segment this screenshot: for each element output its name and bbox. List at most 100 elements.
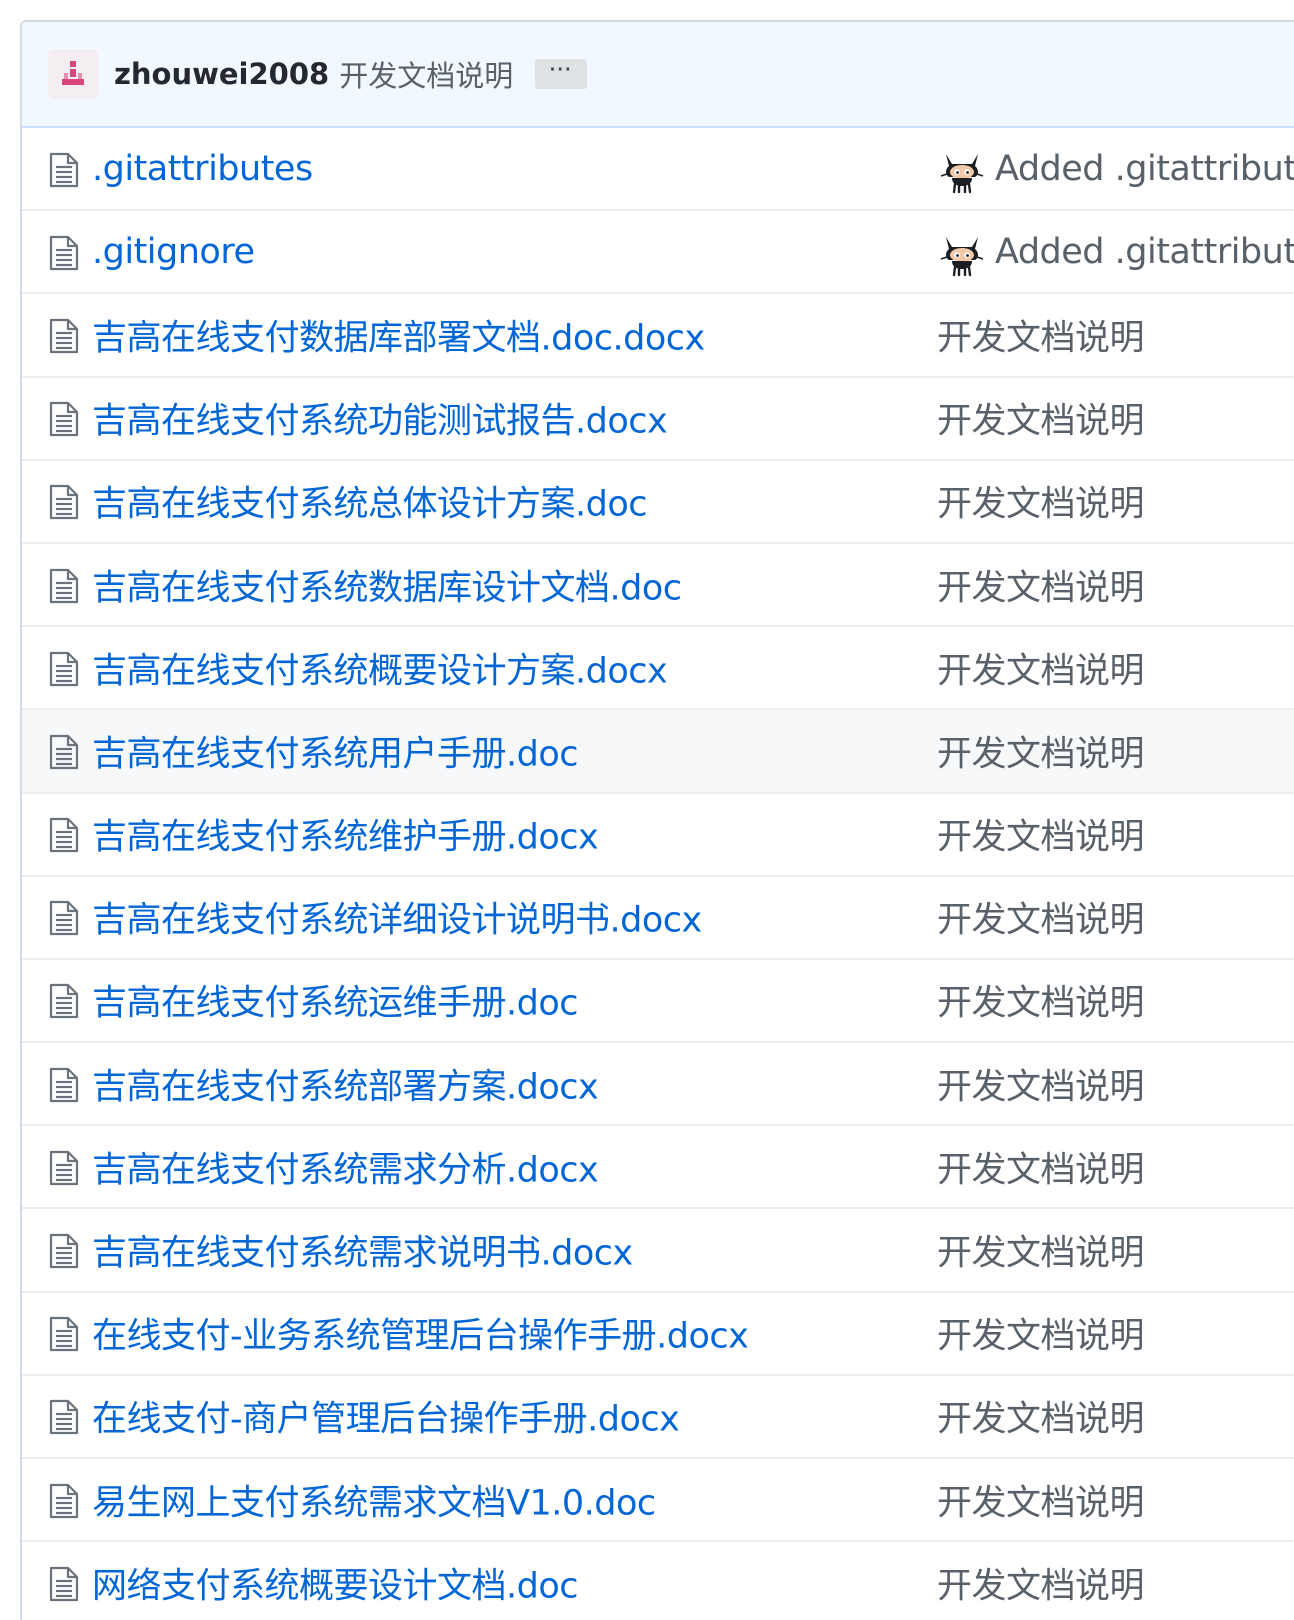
commit-message-link[interactable]: 开发文档说明 xyxy=(937,642,1145,693)
file-row[interactable]: 吉高在线支付系统运维手册.doc 开发文档说明 xyxy=(22,960,1294,1044)
commit-author-link[interactable]: zhouwei2008 xyxy=(114,57,329,91)
file-name-link[interactable]: 吉高在线支付系统需求分析.docx xyxy=(92,1141,599,1192)
file-name-link[interactable]: .gitignore xyxy=(92,232,255,272)
file-icon xyxy=(49,402,79,437)
octocat-icon xyxy=(940,153,984,193)
commit-message-link[interactable]: 开发文档说明 xyxy=(339,53,513,95)
file-commit: 开发文档说明 xyxy=(937,642,1145,693)
file-icon xyxy=(49,1566,79,1601)
commit-message-link[interactable]: 开发文档说明 xyxy=(937,1474,1145,1525)
file-commit: 开发文档说明 xyxy=(937,309,1145,360)
file-name-link[interactable]: 在线支付-商户管理后台操作手册.docx xyxy=(92,1391,680,1442)
file-icon xyxy=(49,984,79,1019)
commit-message-link[interactable]: 开发文档说明 xyxy=(937,975,1145,1026)
file-row[interactable]: 吉高在线支付数据库部署文档.doc.docx 开发文档说明 xyxy=(22,294,1294,378)
file-commit: 开发文档说明 xyxy=(937,559,1145,610)
commit-message-link[interactable]: 开发文档说明 xyxy=(937,309,1145,360)
commit-message-link[interactable]: 开发文档说明 xyxy=(937,892,1145,943)
file-name-link[interactable]: 吉高在线支付系统部署方案.docx xyxy=(92,1058,599,1109)
file-row[interactable]: 易生网上支付系统需求文档V1.0.doc 开发文档说明 xyxy=(22,1459,1294,1543)
file-commit: 开发文档说明 xyxy=(937,809,1145,860)
file-commit: 开发文档说明 xyxy=(937,1058,1145,1109)
file-icon xyxy=(49,734,79,770)
file-name-link[interactable]: 吉高在线支付系统需求说明书.docx xyxy=(92,1225,633,1276)
file-row[interactable]: 吉高在线支付系统概要设计方案.docx 开发文档说明 xyxy=(22,627,1294,711)
commit-message-link[interactable]: 开发文档说明 xyxy=(937,476,1145,527)
file-commit: 开发文档说明 xyxy=(937,975,1145,1026)
file-row[interactable]: 在线支付-业务系统管理后台操作手册.docx 开发文档说明 xyxy=(22,1293,1294,1376)
file-commit: 开发文档说明 xyxy=(937,892,1145,943)
file-icon xyxy=(49,568,79,603)
file-row[interactable]: 吉高在线支付系统部署方案.docx 开发文档说明 xyxy=(22,1043,1294,1127)
commit-message-link[interactable]: 开发文档说明 xyxy=(937,393,1145,444)
file-name-link[interactable]: 吉高在线支付系统概要设计方案.docx xyxy=(92,642,668,693)
file-icon xyxy=(49,1150,79,1185)
file-icon xyxy=(49,1317,79,1352)
file-row[interactable]: 吉高在线支付系统用户手册.doc 开发文档说明 xyxy=(22,710,1294,794)
file-row[interactable]: .gitattributes Added .gitattributu xyxy=(22,128,1294,212)
file-commit: 开发文档说明 xyxy=(937,1308,1145,1359)
commit-message-link[interactable]: Added .gitattributu xyxy=(995,232,1294,272)
octocat-icon xyxy=(940,236,984,276)
file-name-link[interactable]: 吉高在线支付系统总体设计方案.doc xyxy=(92,476,648,527)
commit-message-link[interactable]: 开发文档说明 xyxy=(937,809,1145,860)
file-row[interactable]: 吉高在线支付系统需求说明书.docx 开发文档说明 xyxy=(22,1209,1294,1293)
file-icon xyxy=(49,1233,79,1269)
author-avatar[interactable] xyxy=(48,49,98,99)
commit-message-link[interactable]: 开发文档说明 xyxy=(937,1058,1145,1109)
file-commit: 开发文档说明 xyxy=(937,393,1145,444)
identicon-icon xyxy=(62,61,84,85)
commit-message-link[interactable]: 开发文档说明 xyxy=(937,1308,1145,1359)
commit-message-link[interactable]: 开发文档说明 xyxy=(937,559,1145,610)
expand-commit-button[interactable]: ··· xyxy=(535,59,588,89)
file-icon xyxy=(49,485,79,520)
file-icon xyxy=(49,901,79,936)
file-icon xyxy=(49,1067,79,1102)
file-commit: Added .gitattributu xyxy=(937,144,1294,194)
commit-message-link[interactable]: 开发文档说明 xyxy=(937,1141,1145,1192)
file-name-link[interactable]: 吉高在线支付系统维护手册.docx xyxy=(92,809,599,860)
commit-message-link[interactable]: 开发文档说明 xyxy=(937,725,1145,776)
file-row[interactable]: 网络支付系统概要设计文档.doc 开发文档说明 xyxy=(22,1542,1294,1620)
file-name-link[interactable]: 网络支付系统概要设计文档.doc xyxy=(92,1557,579,1608)
file-name-link[interactable]: 吉高在线支付系统详细设计说明书.docx xyxy=(92,892,702,943)
file-commit: 开发文档说明 xyxy=(937,1141,1145,1192)
file-commit: 开发文档说明 xyxy=(937,1557,1145,1608)
commit-message-link[interactable]: 开发文档说明 xyxy=(937,1557,1145,1608)
file-row[interactable]: .gitignore Added .gitattributu xyxy=(22,211,1294,295)
file-list: .gitattributes Added .gitattributu .giti… xyxy=(22,128,1294,1620)
file-name-link[interactable]: .gitattributes xyxy=(92,149,313,189)
file-row[interactable]: 在线支付-商户管理后台操作手册.docx 开发文档说明 xyxy=(22,1376,1294,1459)
file-icon xyxy=(49,235,79,270)
file-commit: 开发文档说明 xyxy=(937,725,1145,776)
file-row[interactable]: 吉高在线支付系统详细设计说明书.docx 开发文档说明 xyxy=(22,877,1294,960)
commit-message-link[interactable]: 开发文档说明 xyxy=(937,1391,1145,1442)
file-icon xyxy=(49,817,79,853)
file-row[interactable]: 吉高在线支付系统维护手册.docx 开发文档说明 xyxy=(22,794,1294,877)
file-row[interactable]: 吉高在线支付系统总体设计方案.doc 开发文档说明 xyxy=(22,461,1294,544)
file-icon xyxy=(49,152,79,187)
file-commit: 开发文档说明 xyxy=(937,476,1145,527)
file-name-link[interactable]: 吉高在线支付系统用户手册.doc xyxy=(92,725,579,776)
commit-message-link[interactable]: Added .gitattributu xyxy=(995,149,1294,189)
file-commit: 开发文档说明 xyxy=(937,1474,1145,1525)
file-row[interactable]: 吉高在线支付系统需求分析.docx 开发文档说明 xyxy=(22,1126,1294,1210)
file-commit: Added .gitattributu xyxy=(937,227,1294,277)
file-row[interactable]: 吉高在线支付系统数据库设计文档.doc 开发文档说明 xyxy=(22,544,1294,628)
file-icon xyxy=(49,651,79,686)
file-name-link[interactable]: 在线支付-业务系统管理后台操作手册.docx xyxy=(92,1308,749,1359)
file-name-link[interactable]: 吉高在线支付系统运维手册.doc xyxy=(92,975,579,1026)
file-name-link[interactable]: 吉高在线支付系统数据库设计文档.doc xyxy=(92,559,682,610)
latest-commit-bar: zhouwei2008 开发文档说明 ··· xyxy=(22,22,1294,128)
file-name-link[interactable]: 吉高在线支付数据库部署文档.doc.docx xyxy=(92,309,705,360)
commit-message-link[interactable]: 开发文档说明 xyxy=(937,1225,1145,1276)
file-name-link[interactable]: 易生网上支付系统需求文档V1.0.doc xyxy=(92,1474,656,1525)
file-icon xyxy=(49,1400,79,1435)
file-icon xyxy=(49,318,79,354)
file-commit: 开发文档说明 xyxy=(937,1225,1145,1276)
file-browser: zhouwei2008 开发文档说明 ··· .gitattributes Ad… xyxy=(20,20,1294,1620)
file-commit: 开发文档说明 xyxy=(937,1391,1145,1442)
file-icon xyxy=(49,1483,79,1518)
file-row[interactable]: 吉高在线支付系统功能测试报告.docx 开发文档说明 xyxy=(22,378,1294,461)
file-name-link[interactable]: 吉高在线支付系统功能测试报告.docx xyxy=(92,393,668,444)
